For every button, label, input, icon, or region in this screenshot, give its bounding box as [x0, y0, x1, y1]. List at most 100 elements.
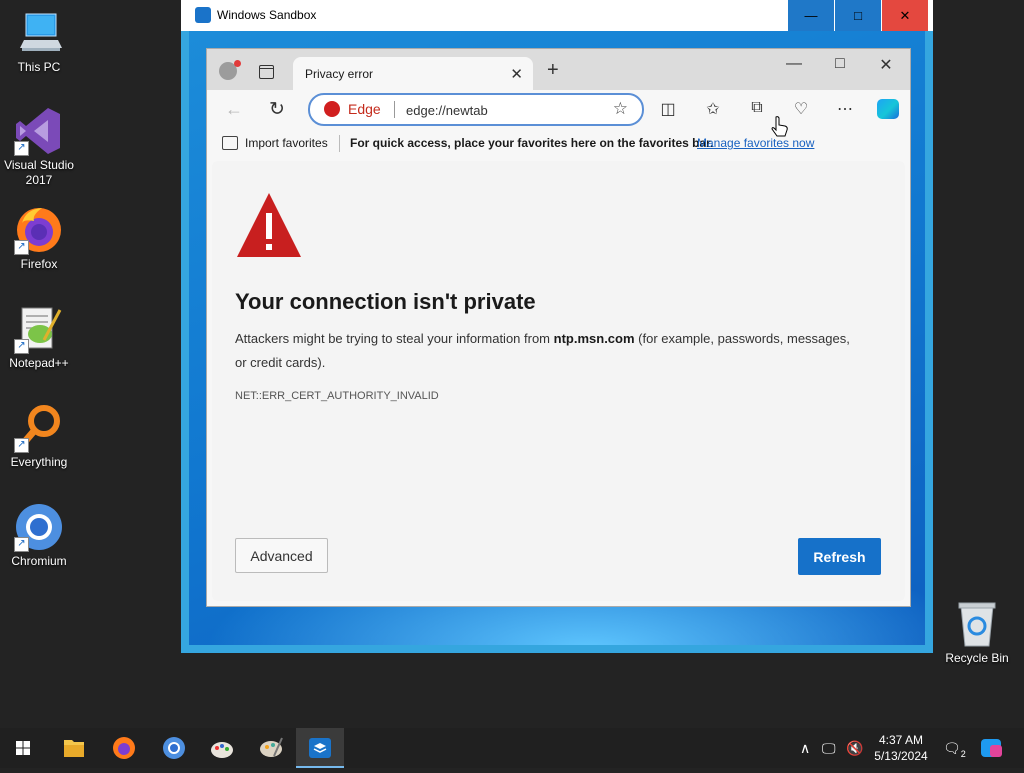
palette-icon [260, 737, 283, 757]
sandbox-minimize-button[interactable]: — [788, 0, 834, 31]
tab-close-icon[interactable]: ✕ [510, 65, 523, 83]
desktop-icon-visual-studio[interactable]: ↗ Visual Studio 2017 [0, 106, 78, 188]
sandbox-icon [309, 738, 331, 758]
taskbar-clock[interactable]: 4:37 AM 5/13/2024 [866, 732, 936, 764]
address-separator [394, 101, 395, 118]
import-favorites-link[interactable]: Import favorites [245, 136, 328, 150]
chromium-icon: ↗ [14, 502, 64, 552]
show-hidden-icons[interactable]: ∧ [800, 740, 810, 757]
sandbox-title: Windows Sandbox [217, 8, 317, 22]
desktop-icon-label: Notepad++ [9, 356, 69, 370]
manage-favorites-link[interactable]: Manage favorites now [697, 136, 814, 150]
desktop-icon-chromium[interactable]: ↗ Chromium [0, 502, 78, 569]
firefox-icon: ↗ [14, 205, 64, 255]
copilot-icon [981, 739, 1002, 757]
tab-title: Privacy error [305, 67, 374, 81]
address-site-label: Edge [348, 101, 381, 117]
monitor-icon [14, 8, 64, 58]
error-desc-host: ntp.msn.com [553, 331, 635, 346]
clock-time: 4:37 AM [878, 733, 924, 747]
copilot-icon[interactable] [877, 99, 899, 119]
taskbar-copilot[interactable] [970, 728, 1014, 768]
split-screen-icon[interactable]: ◫ [657, 99, 679, 119]
shortcut-arrow-icon: ↗ [14, 240, 29, 255]
firefox-icon [113, 737, 135, 759]
sandbox-close-button[interactable]: ✕ [882, 0, 928, 31]
import-favorites-icon [222, 136, 238, 150]
favorites-icon[interactable]: ✩ [702, 99, 724, 119]
shortcut-arrow-icon: ↗ [14, 537, 29, 552]
windows-logo-icon [16, 741, 30, 755]
chromium-icon [163, 737, 185, 759]
taskbar-file-explorer[interactable] [51, 728, 97, 768]
tab-strip: Privacy error ✕ + — □ ✕ [207, 49, 910, 90]
error-desc-before: Attackers might be trying to steal your … [235, 331, 554, 346]
notification-count: 2 [960, 748, 966, 759]
tab-actions-icon[interactable] [259, 65, 274, 79]
error-code: NET::ERR_CERT_AUTHORITY_INVALID [235, 390, 439, 402]
browser-maximize-button[interactable]: □ [820, 55, 860, 73]
browser-toolbar: ← ↻ Edge ☆ ◫ ✩ ⧉ ♡ ⋯ [207, 90, 910, 130]
taskbar-paint-app-2[interactable] [248, 728, 294, 768]
warning-triangle-icon [235, 191, 303, 264]
folder-icon [64, 740, 84, 757]
reload-icon[interactable]: ↻ [269, 98, 285, 121]
notepad-plus-plus-icon: ↗ [14, 304, 64, 354]
favorite-star-icon[interactable]: ☆ [613, 99, 628, 119]
new-tab-button[interactable]: + [547, 59, 559, 82]
shortcut-arrow-icon: ↗ [14, 339, 29, 354]
taskbar-paint-app[interactable] [199, 728, 245, 768]
desktop-icon-everything[interactable]: ↗ Everything [0, 403, 78, 470]
browser-essentials-icon[interactable]: ♡ [790, 99, 812, 119]
desktop-icon-this-pc[interactable]: This PC [0, 8, 78, 75]
sandbox-maximize-button[interactable]: □ [835, 0, 881, 31]
browser-minimize-button[interactable]: — [774, 55, 814, 73]
error-heading: Your connection isn't private [235, 289, 536, 314]
desktop-icon-label: Chromium [11, 554, 67, 568]
collections-icon[interactable]: ⧉ [746, 99, 768, 117]
browser-close-button[interactable]: ✕ [866, 55, 906, 75]
taskbar-windows-sandbox[interactable] [296, 728, 344, 768]
profile-avatar-icon[interactable] [219, 60, 241, 80]
volume-muted-icon[interactable]: 🔇 [846, 740, 863, 757]
everything-search-icon: ↗ [14, 403, 64, 453]
edge-logo-icon [324, 101, 340, 117]
refresh-button[interactable]: Refresh [798, 538, 881, 575]
sandbox-titlebar[interactable]: Windows Sandbox — □ ✕ [181, 0, 933, 31]
address-bar[interactable]: Edge ☆ [308, 93, 644, 126]
desktop-icon-label: This PC [17, 60, 61, 74]
clock-date: 5/13/2024 [874, 749, 928, 763]
favorites-bar: Import favorites For quick access, place… [207, 130, 910, 157]
recycle-bin-label: Recycle Bin [945, 651, 1009, 665]
error-page: Your connection isn't private Attackers … [212, 161, 905, 601]
favorites-bar-hint: For quick access, place your favorites h… [350, 136, 714, 150]
desktop-icon-label: Firefox [20, 257, 58, 271]
desktop-icon-notepad-plus-plus[interactable]: ↗ Notepad++ [0, 304, 78, 371]
taskbar-firefox[interactable] [101, 728, 147, 768]
hand-cursor-icon [771, 116, 789, 143]
shortcut-arrow-icon: ↗ [14, 141, 29, 156]
advanced-button[interactable]: Advanced [235, 538, 328, 573]
desktop-icon-label: Everything [10, 455, 68, 469]
desktop-icon-recycle-bin[interactable]: Recycle Bin [938, 600, 1016, 665]
edge-browser-window: Privacy error ✕ + — □ ✕ ← ↻ Edge ☆ ◫ ✩ ⧉… [206, 48, 911, 607]
taskbar: ∧ 🖵 🔇 4:37 AM 5/13/2024 🗨2 [0, 728, 1024, 768]
paint-icon [211, 742, 233, 758]
profile-notification-dot [234, 60, 241, 67]
back-icon[interactable]: ← [225, 99, 243, 120]
tab-privacy-error[interactable]: Privacy error ✕ [293, 57, 533, 90]
shortcut-arrow-icon: ↗ [14, 438, 29, 453]
visual-studio-icon: ↗ [14, 106, 64, 156]
more-icon[interactable]: ⋯ [834, 99, 856, 119]
error-description: Attackers might be trying to steal your … [235, 327, 855, 375]
sandbox-icon [195, 7, 211, 23]
favorites-bar-separator [339, 135, 340, 152]
desktop-icon-firefox[interactable]: ↗ Firefox [0, 205, 78, 272]
network-icon[interactable]: 🖵 [822, 740, 836, 757]
desktop-icon-label: Visual Studio 2017 [4, 158, 74, 187]
recycle-bin-icon [958, 602, 996, 647]
taskbar-chromium[interactable] [151, 728, 197, 768]
start-button[interactable] [0, 728, 46, 768]
address-input[interactable] [404, 98, 598, 122]
notification-center-icon[interactable]: 🗨2 [943, 740, 966, 759]
